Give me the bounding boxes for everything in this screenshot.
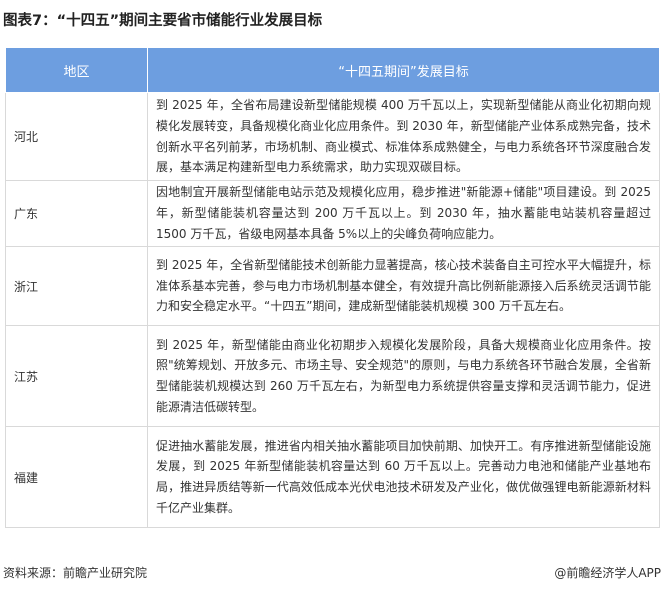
brand-credit: @前瞻经济学人APP: [554, 566, 661, 580]
source-note: 资料来源：前瞻产业研究院: [3, 566, 148, 580]
row-content: 到 2025 年，全省新型储能技术创新能力显著提高，核心技术装备自主可控水平大幅…: [147, 246, 660, 326]
page-title: 图表7：“十四五”期间主要省市储能行业发展目标: [3, 13, 323, 29]
row-content: 因地制宜开展新型储能电站示范及规模化应用，稳步推进"新能源+储能"项目建设。到 …: [147, 180, 660, 247]
targets-table: 地区 “十四五期间”发展目标 河北 到 2025 年，全省布局建设新型储能规模 …: [5, 47, 660, 528]
header-targets: “十四五期间”发展目标: [147, 47, 660, 93]
row-content: 到 2025 年，新型储能由商业化初期步入规模化发展阶段，具备大规模商业化应用条…: [147, 325, 660, 427]
table-header-row: 地区 “十四五期间”发展目标: [5, 47, 660, 93]
table-row: 浙江 到 2025 年，全省新型储能技术创新能力显著提高，核心技术装备自主可控水…: [5, 246, 660, 326]
table-row: 福建 促进抽水蓄能发展，推进省内相关抽水蓄能项目加快前期、加快开工。有序推进新型…: [5, 426, 660, 528]
header-region: 地区: [5, 47, 148, 93]
table-row: 广东 因地制宜开展新型储能电站示范及规模化应用，稳步推进"新能源+储能"项目建设…: [5, 180, 660, 247]
row-content: 促进抽水蓄能发展，推进省内相关抽水蓄能项目加快前期、加快开工。有序推进新型储能设…: [147, 426, 660, 528]
row-region: 广东: [5, 180, 148, 247]
row-region: 浙江: [5, 246, 148, 326]
row-region: 河北: [5, 92, 148, 181]
table-row: 河北 到 2025 年，全省布局建设新型储能规模 400 万千瓦以上，实现新型储…: [5, 92, 660, 181]
row-content: 到 2025 年，全省布局建设新型储能规模 400 万千瓦以上，实现新型储能从商…: [147, 92, 660, 181]
table-row: 江苏 到 2025 年，新型储能由商业化初期步入规模化发展阶段，具备大规模商业化…: [5, 325, 660, 427]
row-region: 江苏: [5, 325, 148, 427]
row-region: 福建: [5, 426, 148, 528]
